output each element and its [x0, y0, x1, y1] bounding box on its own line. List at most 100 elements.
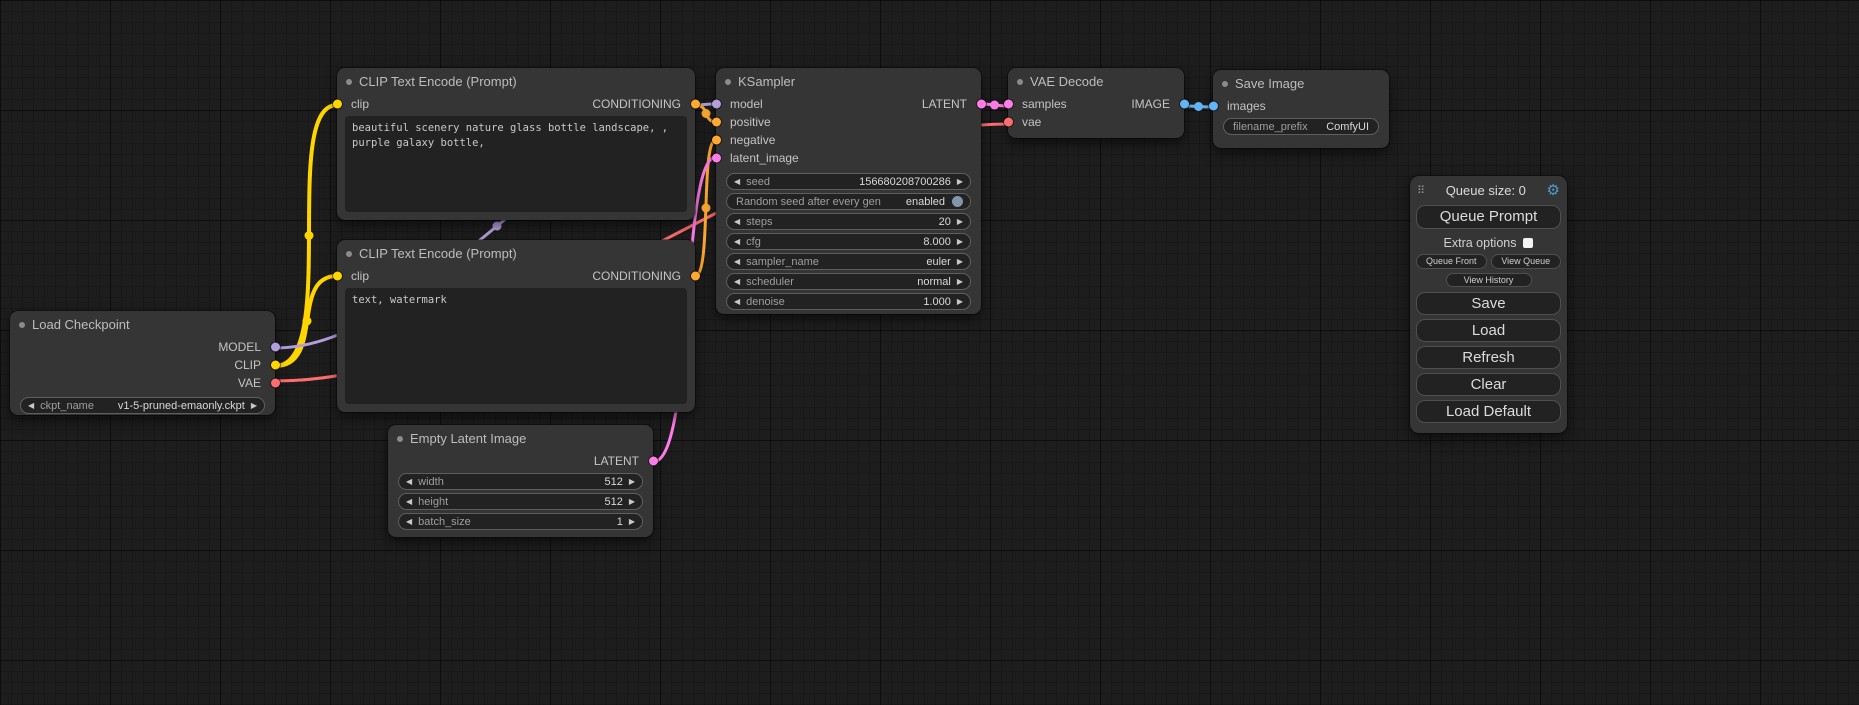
positive-prompt-textarea[interactable]: beautiful scenery nature glass bottle la… [345, 116, 687, 212]
settings-gear-icon[interactable]: ⚙ [1547, 181, 1560, 199]
height-widget[interactable]: ◀ height 512 ▶ [398, 493, 643, 510]
clip-input-port[interactable] [333, 272, 342, 281]
clip-input-port[interactable] [333, 100, 342, 109]
model-output-port[interactable] [271, 343, 280, 352]
increment-arrow-icon[interactable]: ▶ [957, 218, 963, 226]
input-slot-vae: vae [1008, 113, 1184, 131]
decrement-arrow-icon[interactable]: ◀ [734, 258, 740, 266]
queue-small-buttons-row: Queue Front View Queue [1416, 254, 1561, 269]
drag-handle-icon[interactable]: ⠿ [1417, 184, 1425, 197]
node-title: Empty Latent Image [410, 431, 526, 446]
samples-input-port[interactable] [1004, 100, 1013, 109]
decrement-arrow-icon[interactable]: ◀ [734, 178, 740, 186]
increment-arrow-icon[interactable]: ▶ [957, 258, 963, 266]
conditioning-output-port[interactable] [691, 100, 700, 109]
node-title-bar[interactable]: VAE Decode [1008, 68, 1184, 95]
extra-options-checkbox[interactable] [1523, 238, 1533, 248]
decrement-arrow-icon[interactable]: ◀ [406, 498, 412, 506]
random-seed-toggle-widget[interactable]: Random seed after every gen enabled [726, 193, 971, 210]
collapse-dot-icon[interactable] [346, 79, 352, 85]
node-title-bar[interactable]: CLIP Text Encode (Prompt) [337, 68, 695, 95]
decrement-arrow-icon[interactable]: ◀ [734, 218, 740, 226]
load-default-button[interactable]: Load Default [1416, 400, 1561, 423]
model-input-port[interactable] [712, 100, 721, 109]
images-input-port[interactable] [1209, 102, 1218, 111]
latent-image-input-port[interactable] [712, 154, 721, 163]
input-label: samples [1022, 97, 1067, 111]
filename-prefix-widget[interactable]: filename_prefix ComfyUI [1223, 118, 1379, 135]
increment-arrow-icon[interactable]: ▶ [629, 518, 635, 526]
increment-arrow-icon[interactable]: ▶ [251, 402, 257, 410]
refresh-button[interactable]: Refresh [1416, 346, 1561, 369]
node-title-bar[interactable]: Save Image [1213, 70, 1389, 97]
widget-value: normal [917, 276, 951, 288]
denoise-widget[interactable]: ◀ denoise 1.000 ▶ [726, 293, 971, 310]
output-label: VAE [238, 376, 261, 390]
view-queue-button[interactable]: View Queue [1491, 254, 1562, 269]
conditioning-output-port[interactable] [691, 272, 700, 281]
node-title-bar[interactable]: Empty Latent Image [388, 425, 653, 452]
positive-input-port[interactable] [712, 118, 721, 127]
slot-row: model LATENT [716, 95, 981, 113]
image-output-port[interactable] [1180, 100, 1189, 109]
collapse-dot-icon[interactable] [1222, 81, 1228, 87]
ckpt-name-widget[interactable]: ◀ ckpt_name v1-5-pruned-emaonly.ckpt ▶ [20, 397, 265, 414]
clip-output-port[interactable] [271, 361, 280, 370]
increment-arrow-icon[interactable]: ▶ [629, 478, 635, 486]
node-title: Save Image [1235, 76, 1304, 91]
widget-value: euler [926, 256, 950, 268]
increment-arrow-icon[interactable]: ▶ [629, 498, 635, 506]
increment-arrow-icon[interactable]: ▶ [957, 178, 963, 186]
decrement-arrow-icon[interactable]: ◀ [734, 238, 740, 246]
widget-value: 156680208700286 [859, 176, 951, 188]
steps-widget[interactable]: ◀ steps 20 ▶ [726, 213, 971, 230]
node-title-bar[interactable]: KSampler [716, 68, 981, 95]
scheduler-widget[interactable]: ◀ scheduler normal ▶ [726, 273, 971, 290]
queue-prompt-button[interactable]: Queue Prompt [1416, 205, 1561, 229]
vae-output-port[interactable] [271, 379, 280, 388]
increment-arrow-icon[interactable]: ▶ [957, 298, 963, 306]
toggle-knob-icon[interactable] [952, 196, 963, 207]
widget-name: seed [746, 176, 770, 188]
sampler-name-widget[interactable]: ◀ sampler_name euler ▶ [726, 253, 971, 270]
collapse-dot-icon[interactable] [346, 251, 352, 257]
collapse-dot-icon[interactable] [19, 322, 25, 328]
node-title-bar[interactable]: Load Checkpoint [10, 311, 275, 338]
decrement-arrow-icon[interactable]: ◀ [406, 478, 412, 486]
negative-prompt-textarea[interactable]: text, watermark [345, 288, 687, 404]
decrement-arrow-icon[interactable]: ◀ [28, 402, 34, 410]
vae-input-port[interactable] [1004, 118, 1013, 127]
queue-front-button[interactable]: Queue Front [1416, 254, 1487, 269]
decrement-arrow-icon[interactable]: ◀ [734, 278, 740, 286]
seed-widget[interactable]: ◀ seed 156680208700286 ▶ [726, 173, 971, 190]
load-button[interactable]: Load [1416, 319, 1561, 342]
increment-arrow-icon[interactable]: ▶ [957, 238, 963, 246]
node-title-bar[interactable]: CLIP Text Encode (Prompt) [337, 240, 695, 267]
widget-name: denoise [746, 296, 785, 308]
node-clip-text-encode-positive: CLIP Text Encode (Prompt) clip CONDITION… [337, 68, 695, 220]
latent-output-port[interactable] [977, 100, 986, 109]
slot-row: samples IMAGE [1008, 95, 1184, 113]
collapse-dot-icon[interactable] [725, 79, 731, 85]
widget-value: 20 [939, 216, 951, 228]
latent-output-port[interactable] [649, 457, 658, 466]
save-button[interactable]: Save [1416, 292, 1561, 315]
queue-panel-header: ⠿ Queue size: 0 ⚙ [1410, 179, 1567, 201]
batch-size-widget[interactable]: ◀ batch_size 1 ▶ [398, 513, 643, 530]
widget-name: ckpt_name [40, 400, 94, 412]
width-widget[interactable]: ◀ width 512 ▶ [398, 473, 643, 490]
link-midpoint-dot [493, 222, 502, 231]
decrement-arrow-icon[interactable]: ◀ [406, 518, 412, 526]
collapse-dot-icon[interactable] [1017, 79, 1023, 85]
collapse-dot-icon[interactable] [397, 436, 403, 442]
clear-button[interactable]: Clear [1416, 373, 1561, 396]
negative-input-port[interactable] [712, 136, 721, 145]
decrement-arrow-icon[interactable]: ◀ [734, 298, 740, 306]
increment-arrow-icon[interactable]: ▶ [957, 278, 963, 286]
widget-name: scheduler [746, 276, 794, 288]
widget-name: height [418, 496, 448, 508]
view-history-button[interactable]: View History [1446, 273, 1532, 287]
widget-name: sampler_name [746, 256, 819, 268]
slot-row: clip CONDITIONING [337, 95, 695, 113]
cfg-widget[interactable]: ◀ cfg 8.000 ▶ [726, 233, 971, 250]
